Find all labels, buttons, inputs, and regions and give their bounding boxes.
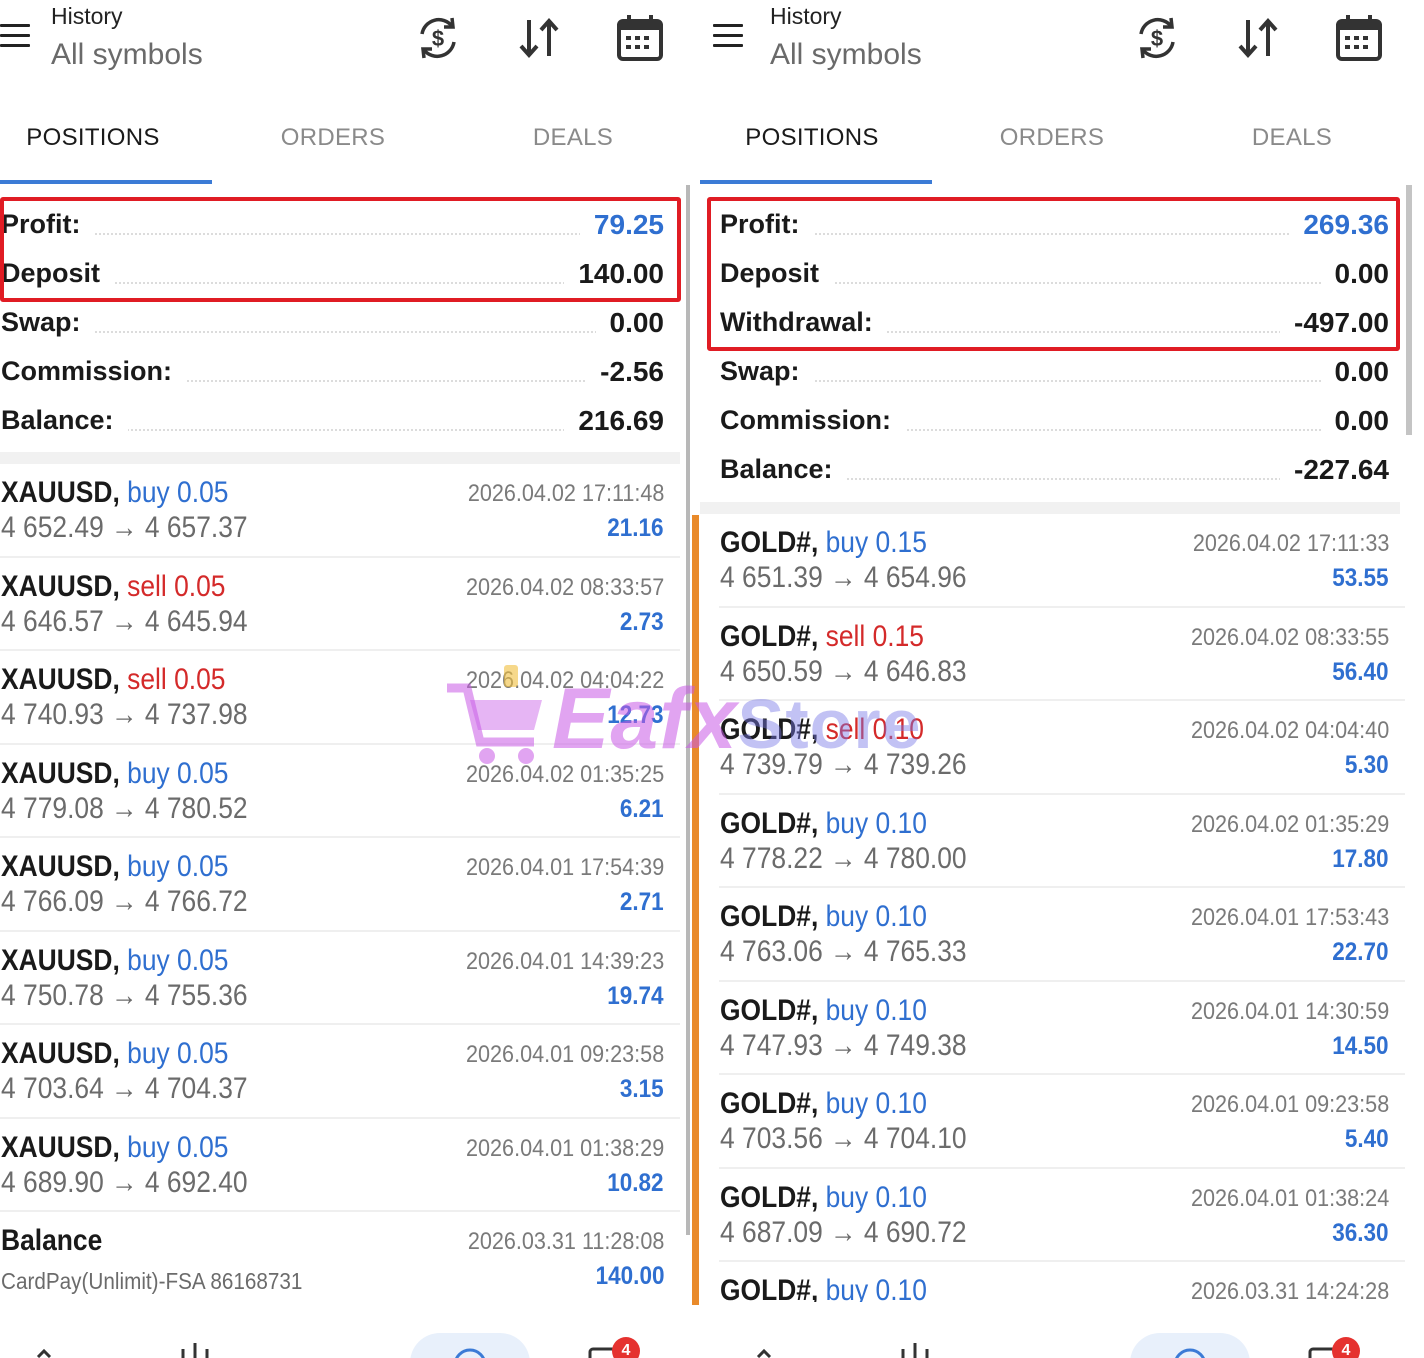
- section-divider: [700, 502, 1400, 514]
- calendar-icon[interactable]: [1333, 12, 1385, 64]
- swap-value: 0.00: [595, 307, 664, 339]
- highlight-box: [707, 197, 1400, 351]
- trade-row[interactable]: GOLD#, buy 0.15 4 651.39 → 4 654.96 2026.0…: [719, 514, 1405, 608]
- symbol-filter[interactable]: All symbols: [51, 38, 203, 72]
- history-icon[interactable]: [1170, 1335, 1210, 1358]
- trade-row[interactable]: GOLD#, buy 0.10 4 747.93 → 4 749.38 2026.0…: [719, 982, 1405, 1075]
- quotes-icon[interactable]: [30, 1335, 70, 1358]
- summary-row-balance: Balance: -227.64: [720, 454, 1389, 486]
- calendar-icon[interactable]: [614, 12, 666, 64]
- scrollbar[interactable]: [686, 185, 690, 1235]
- summary-row-commission: Commission: -2.56: [1, 356, 664, 388]
- tab-positions[interactable]: POSITIONS: [0, 124, 193, 152]
- trade-row[interactable]: GOLD#, buy 0.10 4 778.22 → 4 780.00 2026.0…: [719, 795, 1405, 888]
- tab-positions[interactable]: POSITIONS: [712, 124, 912, 152]
- scrollbar[interactable]: [1406, 185, 1412, 435]
- chart-icon[interactable]: [895, 1335, 935, 1358]
- app-header: History All symbols $: [700, 0, 1412, 92]
- hamburger-menu-icon[interactable]: [713, 22, 743, 50]
- trade-row[interactable]: XAUUSD, sell 0.05 4 740.93 → 4 737.98 2026…: [0, 651, 680, 745]
- trade-icon[interactable]: [1045, 1335, 1085, 1358]
- sort-icon[interactable]: [513, 12, 565, 64]
- highlight-box: [0, 197, 681, 302]
- trade-row[interactable]: GOLD#, sell 0.15 4 650.59 → 4 646.83 2026.…: [719, 608, 1405, 701]
- active-tab-indicator: [700, 180, 932, 184]
- positions-list: XAUUSD, buy 0.05 4 652.49 → 4 657.37 2026.…: [0, 464, 680, 1306]
- chart-icon[interactable]: [175, 1335, 215, 1358]
- bottom-navigation: 4: [0, 1325, 690, 1358]
- trade-row[interactable]: GOLD#, buy 0.10 2026.03.31 14:24:28: [719, 1262, 1405, 1302]
- sort-icon[interactable]: [1232, 12, 1284, 64]
- history-icon[interactable]: [450, 1335, 490, 1358]
- active-tab-indicator: [0, 180, 212, 184]
- header-title: History: [51, 3, 123, 29]
- quotes-icon[interactable]: [750, 1335, 790, 1358]
- balance-value: -227.64: [1280, 454, 1389, 486]
- trade-row[interactable]: XAUUSD, buy 0.05 4 750.78 → 4 755.36 2026.…: [0, 932, 680, 1025]
- bottom-navigation: 4: [700, 1325, 1412, 1358]
- commission-value: -2.56: [586, 356, 664, 388]
- summary-row-commission: Commission: 0.00: [720, 405, 1389, 437]
- currency-exchange-icon[interactable]: $: [1131, 12, 1183, 64]
- trade-row[interactable]: XAUUSD, buy 0.05 4 779.08 → 4 780.52 2026.…: [0, 745, 680, 838]
- notification-badge: 4: [1332, 1337, 1360, 1358]
- summary-row-swap: Swap: 0.00: [1, 307, 664, 339]
- trade-icon[interactable]: [325, 1335, 365, 1358]
- tab-deals[interactable]: DEALS: [1192, 124, 1392, 152]
- balance-value: 216.69: [564, 405, 664, 437]
- history-tabs: POSITIONS ORDERS DEALS: [0, 112, 690, 187]
- trade-row[interactable]: XAUUSD, buy 0.05 4 689.90 → 4 692.40 2026.…: [0, 1119, 680, 1212]
- tab-deals[interactable]: DEALS: [473, 124, 673, 152]
- svg-text:$: $: [432, 26, 444, 51]
- swap-value: 0.00: [1320, 356, 1389, 388]
- svg-text:$: $: [1151, 26, 1163, 51]
- symbol-filter[interactable]: All symbols: [770, 38, 922, 72]
- tab-orders[interactable]: ORDERS: [952, 124, 1152, 152]
- trade-row[interactable]: XAUUSD, buy 0.05 4 703.64 → 4 704.37 2026.…: [0, 1025, 680, 1119]
- hamburger-menu-icon[interactable]: [0, 22, 30, 50]
- history-panel-right: History All symbols $ POSITIONS ORDERS D…: [700, 0, 1412, 1358]
- trade-row[interactable]: GOLD#, buy 0.10 4 703.56 → 4 704.10 2026.0…: [719, 1075, 1405, 1169]
- trade-row[interactable]: XAUUSD, buy 0.05 4 766.09 → 4 766.72 2026.…: [0, 838, 680, 932]
- trade-row[interactable]: GOLD#, sell 0.10 4 739.79 → 4 739.26 2026.…: [719, 701, 1405, 795]
- trade-row[interactable]: GOLD#, buy 0.10 4 687.09 → 4 690.72 2026.0…: [719, 1169, 1405, 1262]
- positions-list: GOLD#, buy 0.15 4 651.39 → 4 654.96 2026.0…: [719, 514, 1405, 1302]
- trade-row[interactable]: XAUUSD, buy 0.05 4 652.49 → 4 657.37 2026.…: [0, 464, 680, 558]
- app-header: History All symbols $: [0, 0, 690, 92]
- summary-row-balance: Balance: 216.69: [1, 405, 664, 437]
- commission-value: 0.00: [1320, 405, 1389, 437]
- trade-row[interactable]: XAUUSD, sell 0.05 4 646.57 → 4 645.94 2026…: [0, 558, 680, 651]
- panel-divider-bar: [692, 515, 699, 1305]
- tab-orders[interactable]: ORDERS: [233, 124, 433, 152]
- trade-row[interactable]: GOLD#, buy 0.10 4 763.06 → 4 765.33 2026.0…: [719, 888, 1405, 982]
- notification-badge: 4: [612, 1337, 640, 1358]
- summary-row-swap: Swap: 0.00: [720, 356, 1389, 388]
- section-divider: [0, 452, 680, 464]
- history-panel-left: History All symbols $ POSITIONS ORDERS D…: [0, 0, 690, 1358]
- currency-exchange-icon[interactable]: $: [412, 12, 464, 64]
- balance-operation-row[interactable]: Balance CardPay(Unlimit)-FSA 86168731 2026…: [0, 1212, 680, 1306]
- header-title: History: [770, 3, 842, 29]
- history-tabs: POSITIONS ORDERS DEALS: [700, 112, 1390, 187]
